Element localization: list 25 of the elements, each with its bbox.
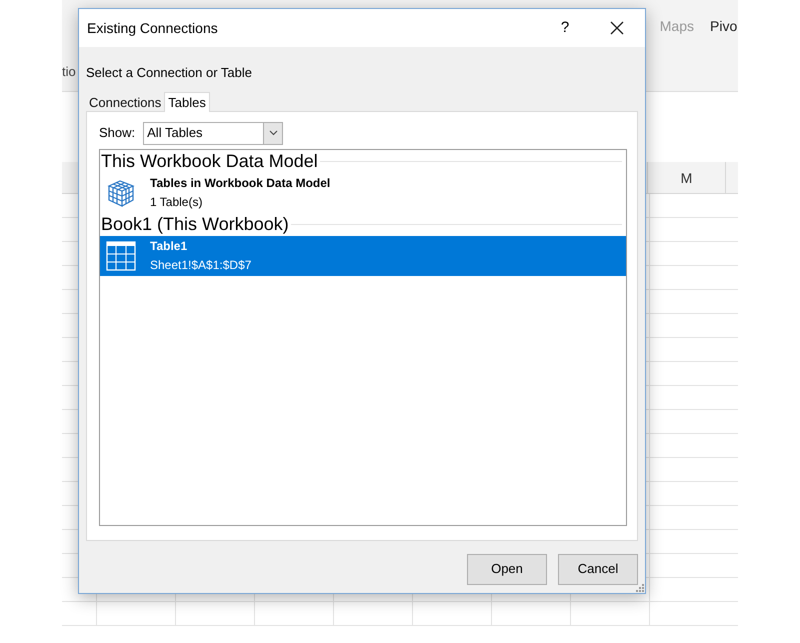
tab[interactable]: Tables <box>164 92 210 112</box>
item-detail: 1 Table(s) <box>150 195 204 209</box>
tab[interactable]: Connections <box>86 92 164 110</box>
cube-grid-icon <box>106 178 136 208</box>
group-heading: Book1 (This Workbook) <box>100 212 289 236</box>
group-heading: This Workbook Data Model <box>100 150 318 172</box>
item-name: Tables in Workbook Data Model <box>150 176 330 190</box>
show-label: Show: <box>99 124 136 142</box>
item-detail: Sheet1!$A$1:$D$7 <box>150 258 252 272</box>
ribbon-button[interactable]: Pivo <box>710 16 738 36</box>
ribbon-label: tio <box>62 63 76 80</box>
window-title: Existing Connections <box>87 18 218 38</box>
table-grid-icon <box>106 240 136 270</box>
item-name: Table1 <box>150 239 188 253</box>
chevron-down-icon <box>268 130 278 136</box>
list-item[interactable]: Table1 Sheet1!$A$1:$D$7 <box>100 236 626 276</box>
prompt-text: Select a Connection or Table <box>86 64 253 82</box>
help-button[interactable]: ? <box>553 16 577 40</box>
dialog-button[interactable]: Open <box>467 554 547 584</box>
dialog-button[interactable]: Cancel <box>558 554 638 584</box>
resize-grip-icon <box>636 584 644 592</box>
list-item[interactable]: Tables in Workbook Data Model 1 Table(s) <box>100 172 626 212</box>
show-dropdown[interactable]: All Tables <box>143 122 284 144</box>
column-header: M <box>647 162 726 193</box>
close-icon <box>610 21 624 35</box>
